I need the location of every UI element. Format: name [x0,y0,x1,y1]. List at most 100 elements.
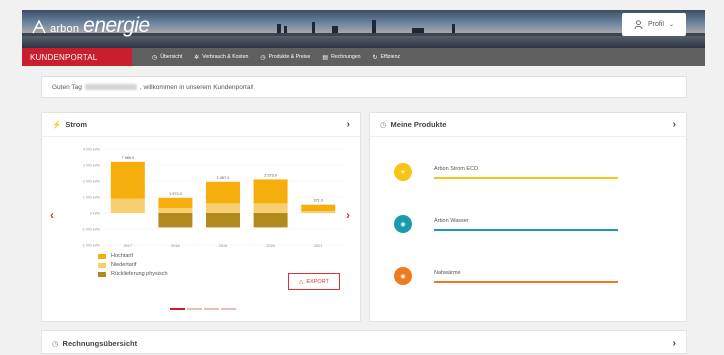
bar-value-label: 7 989.0 [121,156,134,160]
bar-value-label: 1 467.0 [217,176,230,180]
strom-card: ⚡ Strom › 4 000 kWh 3 000 kWh 2 000 kWh 1 0… [41,112,361,322]
x-tick-label: 2017 [124,244,132,248]
x-tick-label: 2021 [314,244,322,248]
export-button[interactable]: △ EXPORT [288,273,340,290]
chevron-down-icon: ⌄ [668,22,674,28]
nav-item-label: Effizienz [380,54,401,60]
bar-hochtarif [301,204,336,212]
bar-value-label: 371.0 [313,199,323,203]
document-icon: ◷ [52,338,59,348]
rechnung-card: ◷ Rechnungsübersicht › [41,330,687,354]
chart-prev-arrow[interactable]: ‹ [50,208,54,222]
greeting-text: Guten Tag [52,83,82,91]
legend-item: Rücklieferung physisch [98,271,168,277]
bar-ruecklieferung [158,213,193,228]
flame-icon: ◉ [394,267,412,285]
greeting-bar: Guten Tag , willkommen in unserem Kunden… [41,76,687,98]
header-banner: arbon energie [22,10,705,48]
strom-card-header[interactable]: ⚡ Strom › [42,113,360,137]
redacted-name [84,84,137,90]
product-line [434,228,618,231]
bar-value-label: 1 972.0 [169,192,182,196]
nav-item-label: Verbrauch & Kosten [202,54,249,60]
bar-niedertarif [253,203,288,213]
brand-name-small: arbon [50,23,80,35]
tag-icon: ◷ [260,54,266,61]
profile-label: Profil [648,21,664,28]
produkte-card-title: Meine Produkte [390,120,447,129]
product-item[interactable]: ☀ Arbon Strom ECO [394,163,624,181]
produkte-card: ◷ Meine Produkte › ☀ Arbon Strom ECO ◉ A… [369,112,687,322]
y-tick-label: -2 000 kWh [82,244,100,248]
rechnung-card-title: Rechnungsübersicht [62,338,138,348]
plug-icon: ⚡ [52,120,62,129]
legend-item: Hochtarif [98,253,168,259]
brand-name-big: energie [83,14,150,37]
water-icon: ◉ [394,215,412,233]
leaf-icon: ↻ [372,54,378,61]
nav-item-uebersicht[interactable]: ◷ Übersicht [152,54,182,61]
product-name: Arbon Wasser [434,217,469,224]
bar-ruecklieferung [253,213,288,228]
nav-item-verbrauch[interactable]: ✲ Verbrauch & Kosten [194,54,248,61]
nav-item-effizienz[interactable]: ↻ Effizienz [373,54,401,61]
product-name: Arbon Strom ECO [434,165,479,172]
greeting-text-rest: , willkommen in unserem Kundenportal! [139,83,254,91]
y-tick-label: 0 kWh [90,212,100,216]
carousel-dots [170,308,236,310]
x-tick-label: 2018 [171,244,179,248]
nav-item-rechnungen[interactable]: ▤ Rechnungen [322,54,360,61]
bar-niedertarif [206,203,240,213]
chart-legend: Hochtarif Niedertarif Rücklieferung phys… [98,253,168,280]
legend-label: Rücklieferung physisch [111,271,168,277]
chevron-right-icon[interactable]: › [673,119,676,130]
bar-niedertarif [110,198,145,213]
bar-hochtarif [253,179,288,204]
carousel-dot[interactable] [221,308,236,310]
carousel-dot[interactable] [170,308,185,310]
export-label: EXPORT [306,278,329,285]
strom-card-title: Strom [65,120,88,129]
product-item[interactable]: ◉ Nahwärme [394,267,624,285]
x-tick-label: 2020 [266,244,274,248]
profile-button[interactable]: Profil ⌄ [622,13,686,36]
tag-icon: ◷ [380,120,387,129]
y-tick-label: 2 000 kWh [83,180,100,184]
bulb-icon: ☀ [394,163,412,181]
chevron-right-icon[interactable]: › [347,119,350,130]
nav-item-label: Rechnungen [331,54,361,60]
carousel-dot[interactable] [204,308,219,310]
chart-next-arrow[interactable]: › [346,208,350,222]
produkte-card-header[interactable]: ◷ Meine Produkte › [370,113,686,137]
bar-niedertarif [158,208,193,213]
clock-icon: ◷ [152,54,158,61]
kundenportal-tab[interactable]: KUNDENPORTAL [22,48,132,66]
legend-label: Niedertarif [111,262,137,268]
nav-item-produkte[interactable]: ◷ Produkte & Preise [260,54,310,61]
main-nav: KUNDENPORTAL ◷ Übersicht ✲ Verbrauch & Kos… [22,48,705,66]
export-icon: △ [299,278,304,285]
carousel-dot[interactable] [187,308,202,310]
chevron-right-icon[interactable]: › [673,338,676,349]
rechnung-card-header[interactable]: ◷ Rechnungsübersicht › [42,331,686,355]
strom-chart: 4 000 kWh 3 000 kWh 2 000 kWh 1 000 kWh 0 kW… [82,148,342,248]
product-name: Nahwärme [434,269,461,276]
bar-hochtarif [206,181,240,204]
bar-hochtarif [158,197,193,209]
y-tick-label: -1 000 kWh [82,228,100,232]
bar-value-label: 2 373.0 [264,173,277,177]
plug-icon: ✲ [194,54,200,61]
user-icon [634,20,643,29]
document-icon: ▤ [322,54,329,61]
product-line [434,176,618,179]
y-tick-label: 4 000 kWh [83,148,100,152]
y-tick-label: 1 000 kWh [83,196,100,200]
legend-label: Hochtarif [111,253,134,259]
nav-item-label: Produkte & Preise [268,54,311,60]
bar-ruecklieferung [206,213,240,228]
product-item[interactable]: ◉ Arbon Wasser [394,215,624,233]
bar-niedertarif [301,211,336,213]
nav-item-label: Übersicht [160,54,183,60]
x-tick-label: 2019 [219,244,227,248]
brand-logo[interactable]: arbon energie [32,14,150,38]
